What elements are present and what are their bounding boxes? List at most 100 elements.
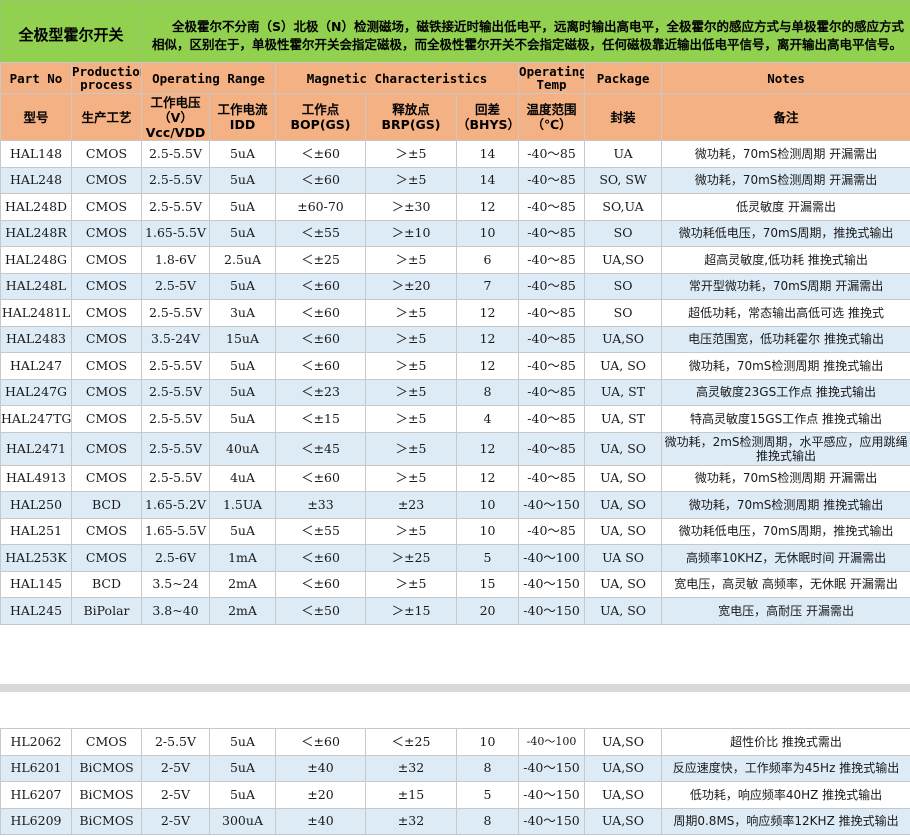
cell-notes: 低功耗，响应频率40HZ 推挽式输出 [661, 781, 910, 809]
cell-brp: ＞±5 [365, 464, 458, 492]
cell-volt: 2.5-6V [141, 544, 210, 572]
cell-part: HAL2471 [0, 431, 72, 466]
cell-part: HL2062 [0, 728, 72, 756]
cell-proc: CMOS [71, 166, 142, 194]
cell-hys: 12 [456, 464, 520, 492]
cell-temp: -40～150 [518, 597, 586, 625]
sheet-description: 全极霍尔不分南（S）北极（N）检测磁场，磁铁接近时输出低电平，远离时输出高电平，… [141, 0, 910, 69]
cell-brp: ±32 [365, 807, 457, 835]
cell-brp: ＞±5 [365, 166, 458, 194]
table-row: HAL251 CMOS 1.65-5.5V 5uA ＜±55 ＞±5 10 -40～85 UA,… [0, 517, 910, 545]
cell-volt: 2-5V [141, 781, 210, 809]
cell-bop: ＜±25 [275, 246, 367, 274]
cell-bop: ＜±50 [275, 597, 367, 625]
cell-proc: CMOS [71, 405, 142, 433]
header-cn-current: 工作电流IDD [208, 93, 277, 141]
cell-hys: 10 [456, 728, 519, 756]
cell-part: HL6209 [0, 807, 72, 835]
header-cn-notes: 备注 [661, 93, 910, 141]
cell-volt: 2.5-5V [141, 272, 210, 300]
cell-temp: -40～85 [518, 352, 586, 380]
cell-bop: ＜±60 [275, 325, 367, 353]
header-operating-range: Operating Range [140, 62, 277, 94]
cell-proc: CMOS [71, 299, 142, 327]
cell-temp: -40～150 [518, 754, 585, 782]
cell-curr: 1.5UA [208, 491, 277, 519]
cell-hys: 7 [456, 272, 520, 300]
header-cn-temp: 温度范围（℃） [518, 93, 586, 141]
cell-hys: 20 [456, 597, 520, 625]
cell-temp: -40～100 [518, 728, 585, 756]
cell-notes: 常开型微功耗，70mS周期 开漏需出 [661, 272, 910, 300]
cell-curr: 2.5uA [208, 246, 277, 274]
cell-temp: -40～85 [518, 464, 586, 492]
cell-volt: 2.5-5.5V [141, 431, 210, 466]
cell-part: HAL245 [0, 597, 72, 625]
table-row: HAL248R CMOS 1.65-5.5V 5uA ＜±55 ＞±10 10 -40～85 S… [0, 219, 910, 247]
cell-pkg: SO [584, 299, 663, 327]
cell-proc: CMOS [71, 219, 142, 247]
cell-hys: 12 [456, 352, 520, 380]
cell-temp: -40～150 [518, 570, 586, 598]
header-cn-hys: 回差（BHYS） [456, 93, 520, 141]
cell-part: HAL248D [0, 193, 72, 221]
cell-bop: ＜±60 [275, 272, 367, 300]
cell-brp: ＞±5 [365, 517, 458, 545]
cell-curr: 5uA [209, 754, 276, 782]
cell-bop: ＜±60 [275, 728, 366, 756]
cell-hys: 10 [456, 219, 520, 247]
cell-pkg: UA, SO [584, 597, 663, 625]
cell-curr: 5uA [208, 193, 277, 221]
cell-part: HL6201 [0, 754, 72, 782]
cell-bop: ±40 [275, 754, 366, 782]
cell-pkg: SO [584, 219, 663, 247]
cell-brp: ＞±5 [365, 325, 458, 353]
cell-hys: 12 [456, 325, 520, 353]
cell-brp: ＞±15 [365, 597, 458, 625]
title-table: 全极型霍尔开关 全极霍尔不分南（S）北极（N）检测磁场，磁铁接近时输出低电平，远… [0, 0, 910, 69]
cell-pkg: UA, SO [584, 431, 663, 466]
cell-part: HAL247TG [0, 405, 72, 433]
cell-bop: ±20 [275, 781, 366, 809]
cell-temp: -40～85 [518, 219, 586, 247]
cell-volt: 2.5-5.5V [141, 166, 210, 194]
cell-notes: 微功耗低电压，70mS周期，推挽式输出 [661, 517, 910, 545]
cell-pkg: SO [584, 272, 663, 300]
cell-curr: 5uA [208, 517, 277, 545]
cell-curr: 5uA [209, 728, 276, 756]
section-divider [0, 684, 910, 692]
cell-proc: CMOS [71, 246, 142, 274]
cell-part: HAL247 [0, 352, 72, 380]
cell-brp: ±23 [365, 491, 458, 519]
table-row: HAL247TG CMOS 2.5-5.5V 5uA ＜±15 ＞±5 4 -40～85 UA,… [0, 405, 910, 433]
cell-volt: 1.65-5.5V [141, 517, 210, 545]
cell-part: HAL248G [0, 246, 72, 274]
cell-part: HAL148 [0, 140, 72, 168]
cell-volt: 2-5V [141, 807, 210, 835]
cell-hys: 12 [456, 193, 520, 221]
cell-pkg: UA,SO [584, 781, 662, 809]
cell-brp: ±15 [365, 781, 457, 809]
cell-bop: ＜±60 [275, 352, 367, 380]
header-part-no: Part No [0, 62, 72, 94]
cell-temp: -40～85 [518, 193, 586, 221]
cell-curr: 40uA [208, 431, 277, 466]
cell-brp: ＞±5 [365, 352, 458, 380]
cell-notes: 微功耗，70mS检测周期 开漏需出 [661, 464, 910, 492]
header-cn-brp: 释放点BRP(GS) [365, 93, 458, 141]
cell-curr: 15uA [208, 325, 277, 353]
cell-brp: ＞±5 [365, 299, 458, 327]
cell-hys: 12 [456, 431, 520, 466]
cell-proc: CMOS [71, 325, 142, 353]
header-cn-production: 生产工艺 [71, 93, 142, 141]
cell-part: HAL251 [0, 517, 72, 545]
cell-volt: 2.5-5.5V [141, 299, 210, 327]
cell-temp: -40～85 [518, 166, 586, 194]
table-row: HL2062 CMOS 2-5.5V 5uA ＜±60 ＜±25 10 -40～100 UA,S… [0, 728, 910, 756]
table-row: HAL2483 CMOS 3.5-24V 15uA ＜±60 ＞±5 12 -40～85 UA,… [0, 325, 910, 353]
cell-curr: 2mA [208, 570, 277, 598]
cell-part: HAL248R [0, 219, 72, 247]
cell-temp: -40～150 [518, 807, 585, 835]
cell-notes: 超低功耗，常态输出高低可选 推挽式 [661, 299, 910, 327]
cell-notes: 低灵敏度 开漏需出 [661, 193, 910, 221]
